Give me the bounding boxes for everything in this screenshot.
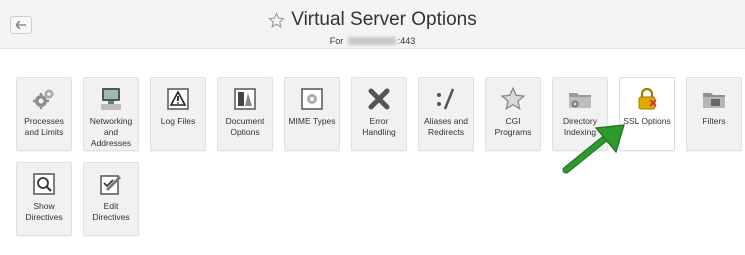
folder-icon xyxy=(567,86,593,112)
tile-show-directives[interactable]: Show Directives xyxy=(16,162,72,236)
tile-edit-directives[interactable]: Edit Directives xyxy=(83,162,139,236)
lock-icon xyxy=(634,86,660,112)
tile-processes-and-limits[interactable]: Processes and Limits xyxy=(16,77,72,151)
tile-document-options[interactable]: Document Options xyxy=(217,77,273,151)
tile-networking-and-addresses[interactable]: Networking and Addresses xyxy=(83,77,139,151)
tile-log-files[interactable]: Log Files xyxy=(150,77,206,151)
x-icon xyxy=(366,86,392,112)
warning-icon xyxy=(165,86,191,112)
page-header: Virtual Server Options For :443 xyxy=(0,0,745,49)
filter-folder-icon xyxy=(701,86,727,112)
alias-icon xyxy=(433,86,459,112)
computer-icon xyxy=(98,86,124,112)
tile-filters[interactable]: Filters xyxy=(686,77,742,151)
mime-icon xyxy=(299,86,325,112)
star-outline-icon[interactable] xyxy=(268,11,286,29)
tile-error-handling[interactable]: Error Handling xyxy=(351,77,407,151)
redacted-hostname xyxy=(347,37,396,46)
pointer-arrow-icon xyxy=(562,124,625,174)
tile-cgi-programs[interactable]: CGI Programs xyxy=(485,77,541,151)
tile-mime-types[interactable]: MIME Types xyxy=(284,77,340,151)
magnifier-icon xyxy=(31,171,57,197)
page-subtitle: For :443 xyxy=(329,35,416,46)
edit-icon xyxy=(98,171,124,197)
page-title: Virtual Server Options xyxy=(291,9,477,30)
page-title-row: Virtual Server Options xyxy=(268,8,477,32)
gears-icon xyxy=(31,86,57,112)
star-icon xyxy=(500,86,526,112)
tile-aliases-and-redirects[interactable]: Aliases and Redirects xyxy=(418,77,474,151)
document-icon xyxy=(232,86,258,112)
